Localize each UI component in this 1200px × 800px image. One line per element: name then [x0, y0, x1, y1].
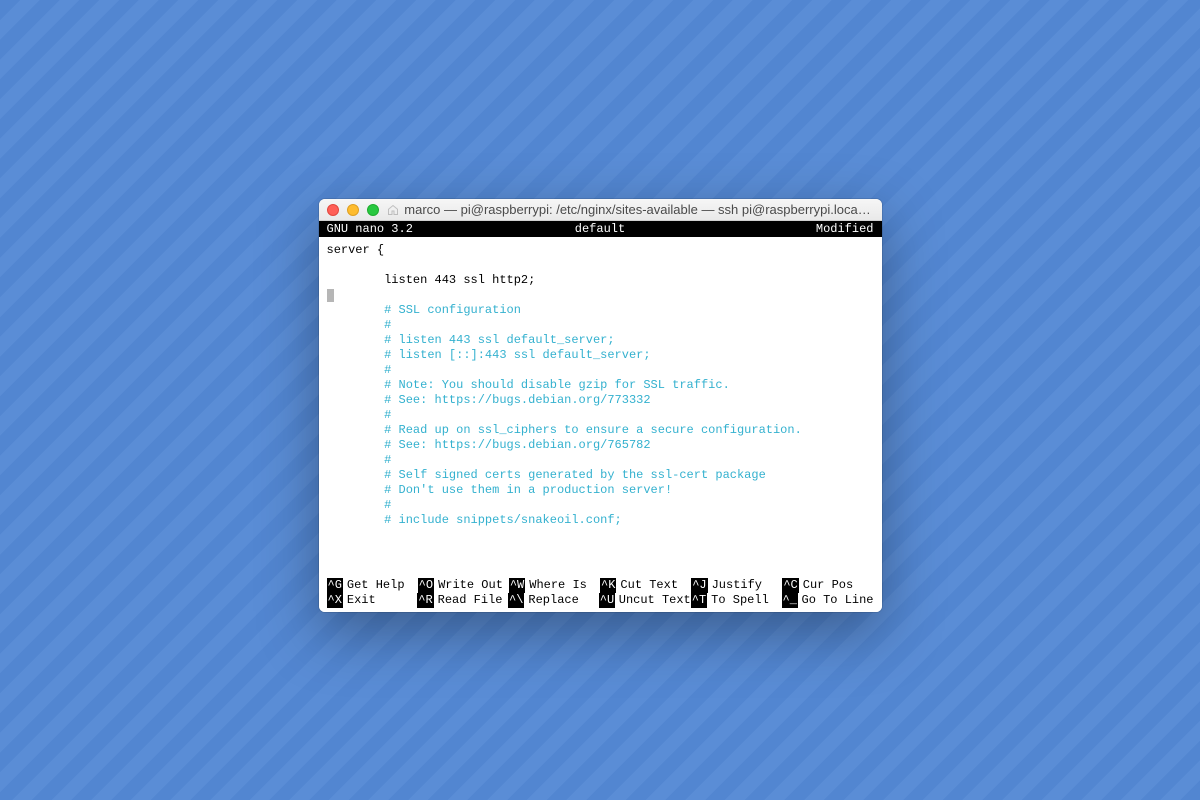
maximize-button[interactable] — [367, 204, 379, 216]
shortcut-key: ^J — [691, 578, 707, 593]
editor-line: # include snippets/snakeoil.conf; — [327, 513, 874, 528]
editor-area[interactable]: server { listen 443 ssl http2; # SSL con… — [319, 237, 882, 578]
shortcut-label: Uncut Text — [619, 593, 691, 608]
shortcut-key: ^W — [509, 578, 525, 593]
shortcut-key: ^C — [782, 578, 798, 593]
editor-line — [327, 288, 874, 303]
editor-line: server { — [327, 243, 874, 258]
editor-line: listen 443 ssl http2; — [327, 273, 874, 288]
editor-line: # Note: You should disable gzip for SSL … — [327, 378, 874, 393]
shortcut-key: ^K — [600, 578, 616, 593]
traffic-lights — [327, 204, 379, 216]
home-icon — [387, 204, 399, 216]
shortcut-item[interactable]: ^G Get Help — [327, 578, 418, 593]
shortcut-label: Cut Text — [620, 578, 678, 593]
shortcut-item[interactable]: ^U Uncut Text — [599, 593, 691, 608]
minimize-button[interactable] — [347, 204, 359, 216]
editor-line: # Read up on ssl_ciphers to ensure a sec… — [327, 423, 874, 438]
title-wrap: marco — pi@raspberrypi: /etc/nginx/sites… — [385, 202, 874, 217]
shortcut-item[interactable]: ^\ Replace — [508, 593, 599, 608]
editor-line: # Self signed certs generated by the ssl… — [327, 468, 874, 483]
editor-line — [327, 258, 874, 273]
shortcut-label: Replace — [528, 593, 578, 608]
close-button[interactable] — [327, 204, 339, 216]
shortcut-key: ^T — [691, 593, 707, 608]
text-cursor — [327, 289, 334, 302]
editor-line: # See: https://bugs.debian.org/773332 — [327, 393, 874, 408]
shortcut-key: ^_ — [782, 593, 798, 608]
shortcut-item[interactable]: ^_ Go To Line — [782, 593, 874, 608]
editor-line: # — [327, 453, 874, 468]
shortcut-item[interactable]: ^C Cur Pos — [782, 578, 873, 593]
shortcut-item[interactable]: ^X Exit — [327, 593, 418, 608]
editor-line: # SSL configuration — [327, 303, 874, 318]
editor-line: # Don't use them in a production server! — [327, 483, 874, 498]
shortcut-label: Justify — [712, 578, 762, 593]
editor-line: # — [327, 498, 874, 513]
shortcut-label: Where Is — [529, 578, 587, 593]
shortcut-label: To Spell — [711, 593, 769, 608]
editor-line: # — [327, 363, 874, 378]
editor-line: # — [327, 318, 874, 333]
shortcut-item[interactable]: ^K Cut Text — [600, 578, 691, 593]
editor-line: # See: https://bugs.debian.org/765782 — [327, 438, 874, 453]
shortcut-key: ^U — [599, 593, 615, 608]
shortcut-label: Cur Pos — [803, 578, 853, 593]
shortcut-label: Write Out — [438, 578, 503, 593]
shortcut-label: Exit — [347, 593, 376, 608]
shortcut-bar: ^G Get Help ^O Write Out ^W Where Is ^K Cut Tex… — [319, 578, 882, 612]
shortcut-key: ^X — [327, 593, 343, 608]
shortcut-key: ^G — [327, 578, 343, 593]
editor-line: # — [327, 408, 874, 423]
shortcut-row-2: ^X Exit ^R Read File ^\ Replace ^U Uncut Text^T… — [327, 593, 874, 608]
window-title: marco — pi@raspberrypi: /etc/nginx/sites… — [404, 202, 870, 217]
shortcut-item[interactable]: ^R Read File — [417, 593, 508, 608]
shortcut-item[interactable]: ^J Justify — [691, 578, 782, 593]
shortcut-item[interactable]: ^O Write Out — [418, 578, 509, 593]
nano-statusbar: GNU nano 3.2 default Modified — [319, 221, 882, 237]
editor-line: # listen 443 ssl default_server; — [327, 333, 874, 348]
shortcut-label: Read File — [438, 593, 503, 608]
terminal-window: marco — pi@raspberrypi: /etc/nginx/sites… — [319, 199, 882, 612]
shortcut-key: ^\ — [508, 593, 524, 608]
editor-line: # listen [::]:443 ssl default_server; — [327, 348, 874, 363]
window-titlebar[interactable]: marco — pi@raspberrypi: /etc/nginx/sites… — [319, 199, 882, 221]
nano-modified-status: Modified — [691, 221, 873, 237]
shortcut-key: ^O — [418, 578, 434, 593]
nano-filename: default — [509, 221, 691, 237]
nano-program: GNU nano 3.2 — [327, 221, 509, 237]
shortcut-label: Get Help — [347, 578, 405, 593]
shortcut-item[interactable]: ^T To Spell — [691, 593, 782, 608]
shortcut-item[interactable]: ^W Where Is — [509, 578, 600, 593]
shortcut-row-1: ^G Get Help ^O Write Out ^W Where Is ^K Cut Tex… — [327, 578, 874, 593]
shortcut-label: Go To Line — [802, 593, 874, 608]
shortcut-key: ^R — [417, 593, 433, 608]
